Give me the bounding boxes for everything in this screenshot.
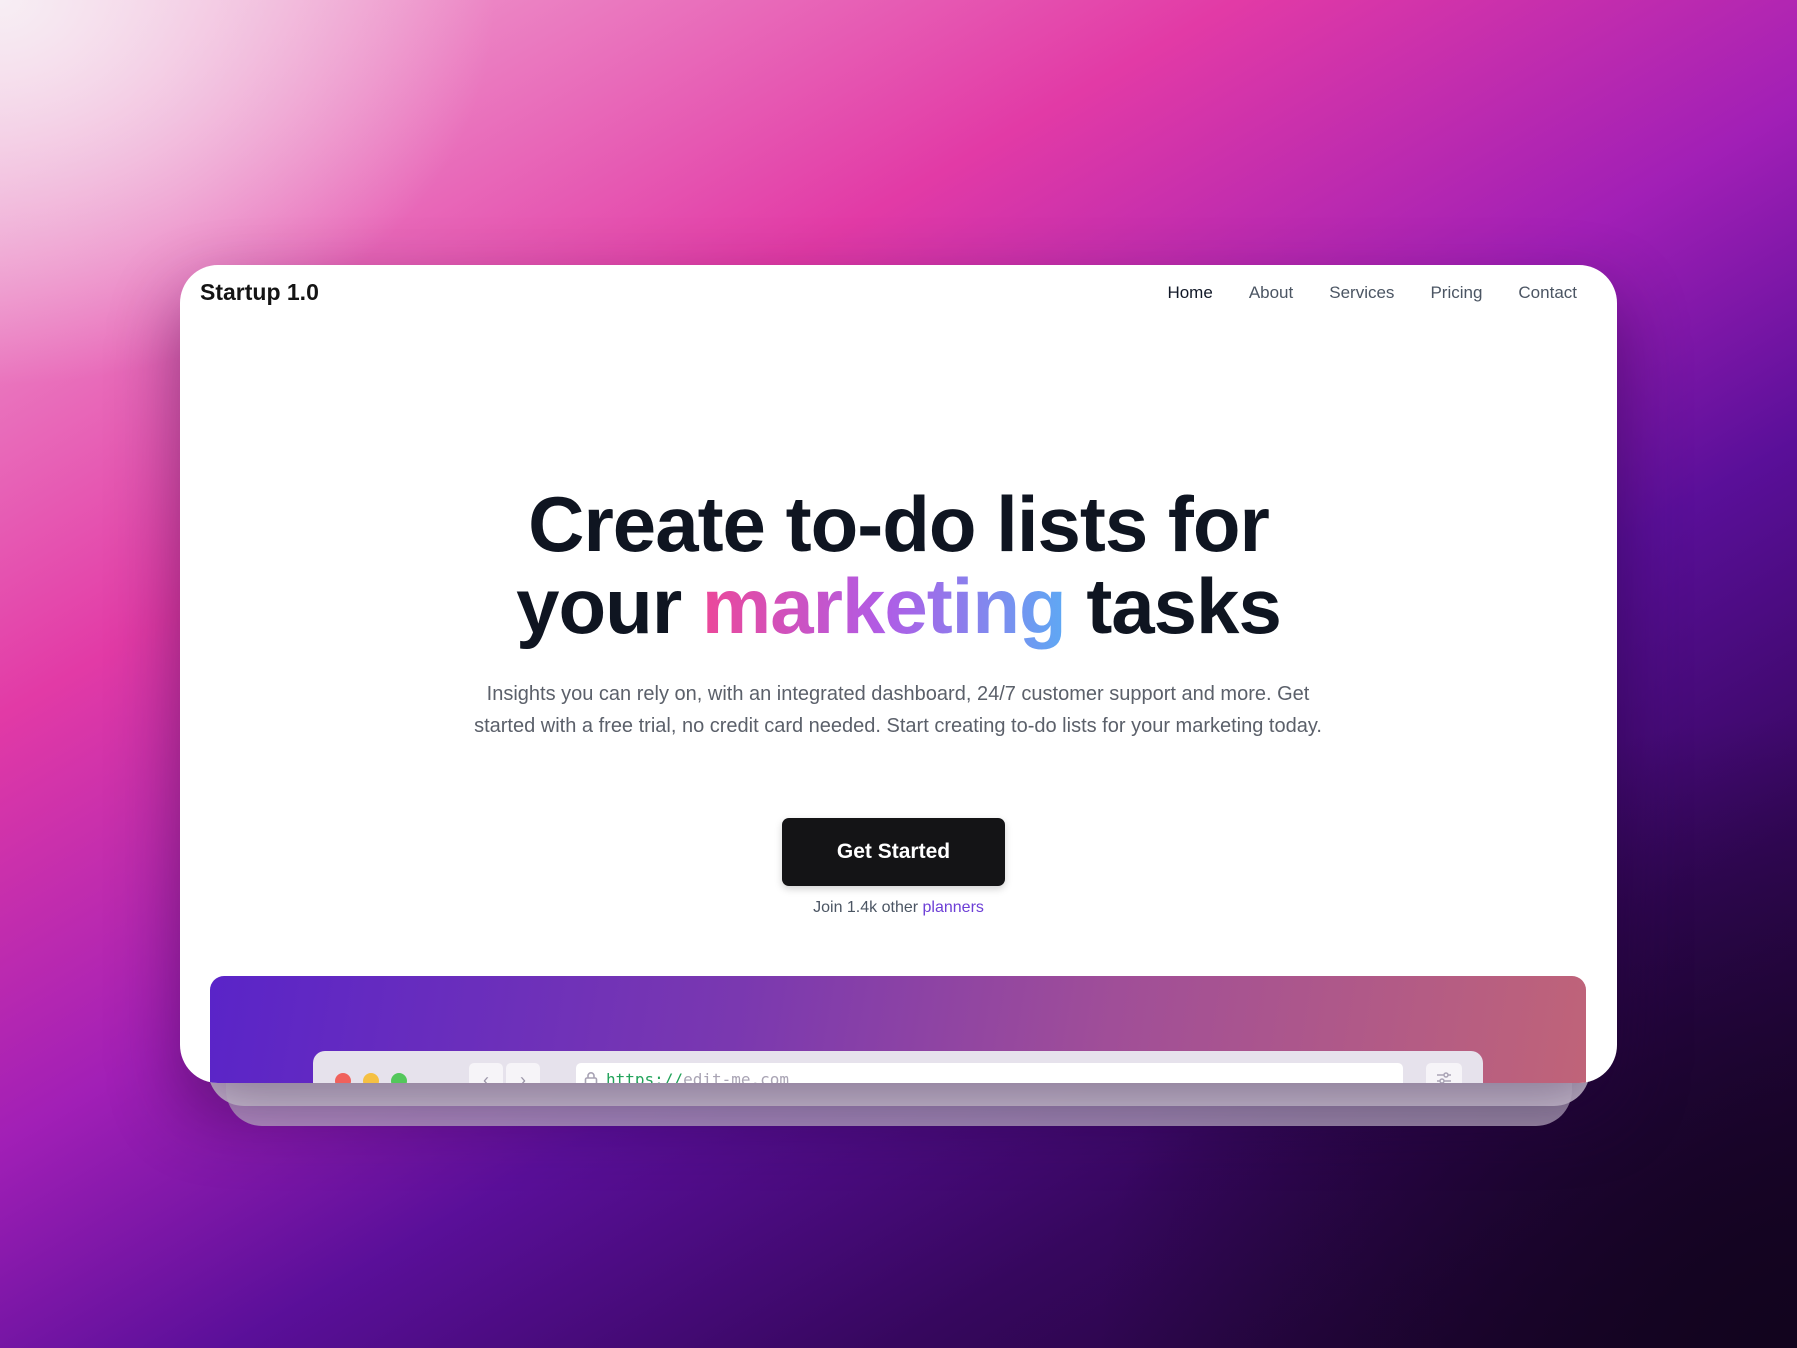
window-minimize-dot [363,1073,379,1083]
headline-line-2-suffix: tasks [1065,562,1282,650]
chevron-left-icon[interactable]: ‹ [469,1063,503,1083]
nav-home[interactable]: Home [1167,283,1212,303]
hero-subtitle: Insights you can rely on, with an integr… [474,683,1322,737]
url-scheme: https:// [606,1070,684,1083]
nav-services[interactable]: Services [1329,283,1394,303]
nav-contact[interactable]: Contact [1518,283,1577,303]
address-bar[interactable]: https://edit-me.com [576,1063,1403,1083]
brand-logo[interactable]: Startup 1.0 [200,279,319,306]
headline-line-1: Create to-do lists for [528,480,1270,568]
product-showcase: ‹ › https://edit-me.com [210,976,1586,1083]
get-started-button[interactable]: Get Started [782,818,1005,886]
hero-headline: Create to-do lists for your marketing ta… [180,483,1617,647]
social-proof-text: Join 1.4k other [813,899,923,916]
sliders-icon[interactable] [1426,1063,1462,1083]
browser-mockup: ‹ › https://edit-me.com [313,1051,1483,1083]
headline-line-2-prefix: your [516,562,702,650]
planners-link[interactable]: planners [923,899,984,916]
landing-page-card: Startup 1.0 Home About Services Pricing … [180,265,1617,1083]
nav-about[interactable]: About [1249,283,1293,303]
window-maximize-dot [391,1073,407,1083]
headline-highlight: marketing [701,562,1067,650]
url-host: edit-me.com [683,1070,790,1083]
url-text: https://edit-me.com [606,1063,789,1083]
social-proof: Join 1.4k other planners [180,899,1617,917]
nav-pricing[interactable]: Pricing [1430,283,1482,303]
main-nav: Home About Services Pricing Contact [1167,283,1577,303]
window-close-dot [335,1073,351,1083]
lock-icon [584,1063,598,1083]
chevron-right-icon[interactable]: › [506,1063,540,1083]
